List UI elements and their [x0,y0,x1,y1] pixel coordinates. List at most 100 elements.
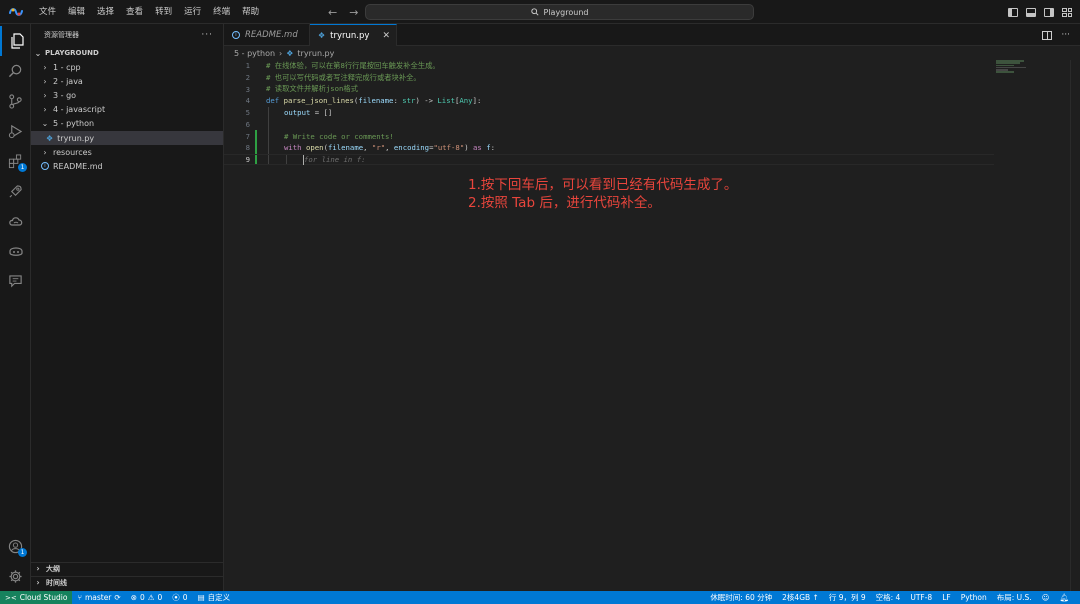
info-file-icon: i [232,31,240,39]
breadcrumb-folder[interactable]: 5 - python [234,49,275,58]
keyboard-layout[interactable]: 布局: U.S. [992,592,1037,603]
workspace-section-header[interactable]: ⌄ PLAYGROUND [31,46,223,60]
encoding[interactable]: UTF-8 [905,593,937,602]
tab-label: tryrun.py [330,30,370,41]
line-number: 9 [245,154,250,164]
menu-help[interactable]: 帮助 [236,0,265,24]
code-line-5: 5 output = [] [224,107,994,119]
line-number: 3 [245,84,250,94]
run-debug-icon[interactable] [0,116,31,146]
copilot-bot-icon[interactable] [0,236,31,266]
ports-count: 0 [182,593,188,602]
folder-cpp[interactable]: › 1 - cpp [31,60,223,74]
timeline-label: 时间线 [46,578,67,587]
menu-go[interactable]: 转到 [149,0,178,24]
folder-go[interactable]: › 3 - go [31,88,223,102]
menu-terminal[interactable]: 终端 [207,0,236,24]
extensions-icon[interactable]: 1 [0,146,31,176]
menu-edit[interactable]: 编辑 [62,0,91,24]
settings-gear-icon[interactable] [0,561,31,591]
tab-readme[interactable]: i README.md [224,24,310,46]
folder-resources[interactable]: › resources [31,145,223,159]
source-control-icon[interactable] [0,86,31,116]
annotation-line-2: 2.按照 Tab 后，进行代码补全。 [468,195,661,211]
remote-indicator[interactable]: >< Cloud Studio [0,591,73,604]
indentation[interactable]: 空格: 4 [871,592,906,603]
error-icon: ⊗ [130,593,137,602]
workspace-name: PLAYGROUND [45,49,99,57]
command-center-search[interactable]: Playground [365,4,754,20]
more-actions-icon[interactable]: ··· [1061,30,1070,40]
chevron-down-icon: ⌄ [41,119,49,129]
folder-label: 5 - python [53,119,95,129]
file-readme[interactable]: i README.md [31,159,223,173]
tab-tryrun[interactable]: ❖ tryrun.py ✕ [310,24,397,46]
search-icon[interactable] [0,56,31,86]
language-mode[interactable]: Python [956,593,992,602]
customize-label: 自定义 [207,593,231,602]
chevron-right-icon: › [43,90,47,100]
code-text: # 也可以写代码或者写注释完成行或者块补全。 [266,72,421,82]
accounts-icon[interactable]: 1 [0,531,31,561]
line-number: 1 [245,61,250,71]
forward-arrow-icon[interactable]: → [349,6,358,19]
problems-indicator[interactable]: ⊗ 0 ⚠ 0 [126,593,168,602]
more-actions-icon[interactable]: ··· [201,30,213,40]
folder-label: 4 - javascript [53,105,106,115]
code-editor[interactable]: 1 # 在线体验，可以在第8行行尾按回车触发补全生成。 2 # 也可以写代码或者… [224,60,1080,591]
customize-layout-icon[interactable] [1062,7,1072,17]
branch-indicator[interactable]: ⑂ master ⟳ [72,593,125,602]
cloud-icon[interactable] [0,206,31,236]
layout-controls [1008,0,1072,24]
menu-bar: 文件 编辑 选择 查看 转到 运行 终端 帮助 [33,0,265,24]
outline-section[interactable]: › 大纲 [31,562,224,574]
menu-run[interactable]: 运行 [178,0,207,24]
chat-icon[interactable] [0,266,31,296]
ports-indicator[interactable]: ⦿ 0 [167,592,192,603]
code-text: with open(filename, "r", encoding="utf-8… [284,143,496,153]
line-number: 7 [245,131,250,141]
breadcrumb-file[interactable]: tryrun.py [297,49,334,58]
minimap[interactable] [996,60,1036,80]
git-branch-icon: ⑂ [77,593,82,602]
line-ending[interactable]: LF [937,593,956,602]
menu-file[interactable]: 文件 [33,0,62,24]
sync-icon: ⟳ [114,593,121,602]
folder-java[interactable]: › 2 - java [31,74,223,88]
file-tryrun-py[interactable]: ❖ tryrun.py [31,130,223,146]
code-text: output = [] [284,108,333,118]
toggle-secondary-sidebar-icon[interactable] [1044,7,1054,17]
copilot-status-icon[interactable]: ☺ [1037,593,1055,602]
timeline-section[interactable]: › 时间线 [31,576,224,588]
customize-indicator[interactable]: ▤ 自定义 [193,592,236,603]
accounts-badge: 1 [18,548,27,557]
toggle-panel-icon[interactable] [1026,7,1036,17]
notifications-bell-icon[interactable]: 🔔︎ [1054,593,1074,602]
navigation-arrows: ← → [328,0,358,24]
status-bar: >< Cloud Studio ⑂ master ⟳ ⊗ 0 ⚠ 0 ⦿ 0 ▤… [0,591,1080,604]
rocket-icon[interactable] [0,176,31,206]
cursor-position[interactable]: 行 9，列 9 [824,592,871,603]
menu-selection[interactable]: 选择 [91,0,120,24]
code-line-9: 9 for line in f: [224,153,994,166]
menu-view[interactable]: 查看 [120,0,149,24]
remote-icon: >< [5,593,17,602]
back-arrow-icon[interactable]: ← [328,6,337,19]
annotation-text: 1.按下回车后，可以看到已经有代码生成了。 2.按照 Tab 后，进行代码补全。 [468,176,737,212]
remote-label: Cloud Studio [19,593,68,602]
code-line-1: 1 # 在线体验，可以在第8行行尾按回车触发补全生成。 [224,60,994,72]
sleep-time[interactable]: 休眠时间: 60 分钟 [705,592,777,603]
toggle-primary-sidebar-icon[interactable] [1008,7,1018,17]
machine-spec[interactable]: 2核4GB ↑ [777,592,824,603]
explorer-icon[interactable] [0,26,31,56]
split-editor-icon[interactable] [1042,30,1053,40]
close-icon[interactable]: ✕ [382,31,390,41]
editor-actions: ··· [1042,24,1070,46]
vertical-scrollbar[interactable] [1070,60,1080,591]
code-line-3: 3 # 读取文件并解析json格式 [224,83,994,95]
explorer-title: 资源管理器 [44,31,79,39]
line-number: 6 [245,119,250,129]
folder-python[interactable]: ⌄ 5 - python [31,117,223,131]
folder-javascript[interactable]: › 4 - javascript [31,103,223,117]
search-icon [530,8,539,16]
